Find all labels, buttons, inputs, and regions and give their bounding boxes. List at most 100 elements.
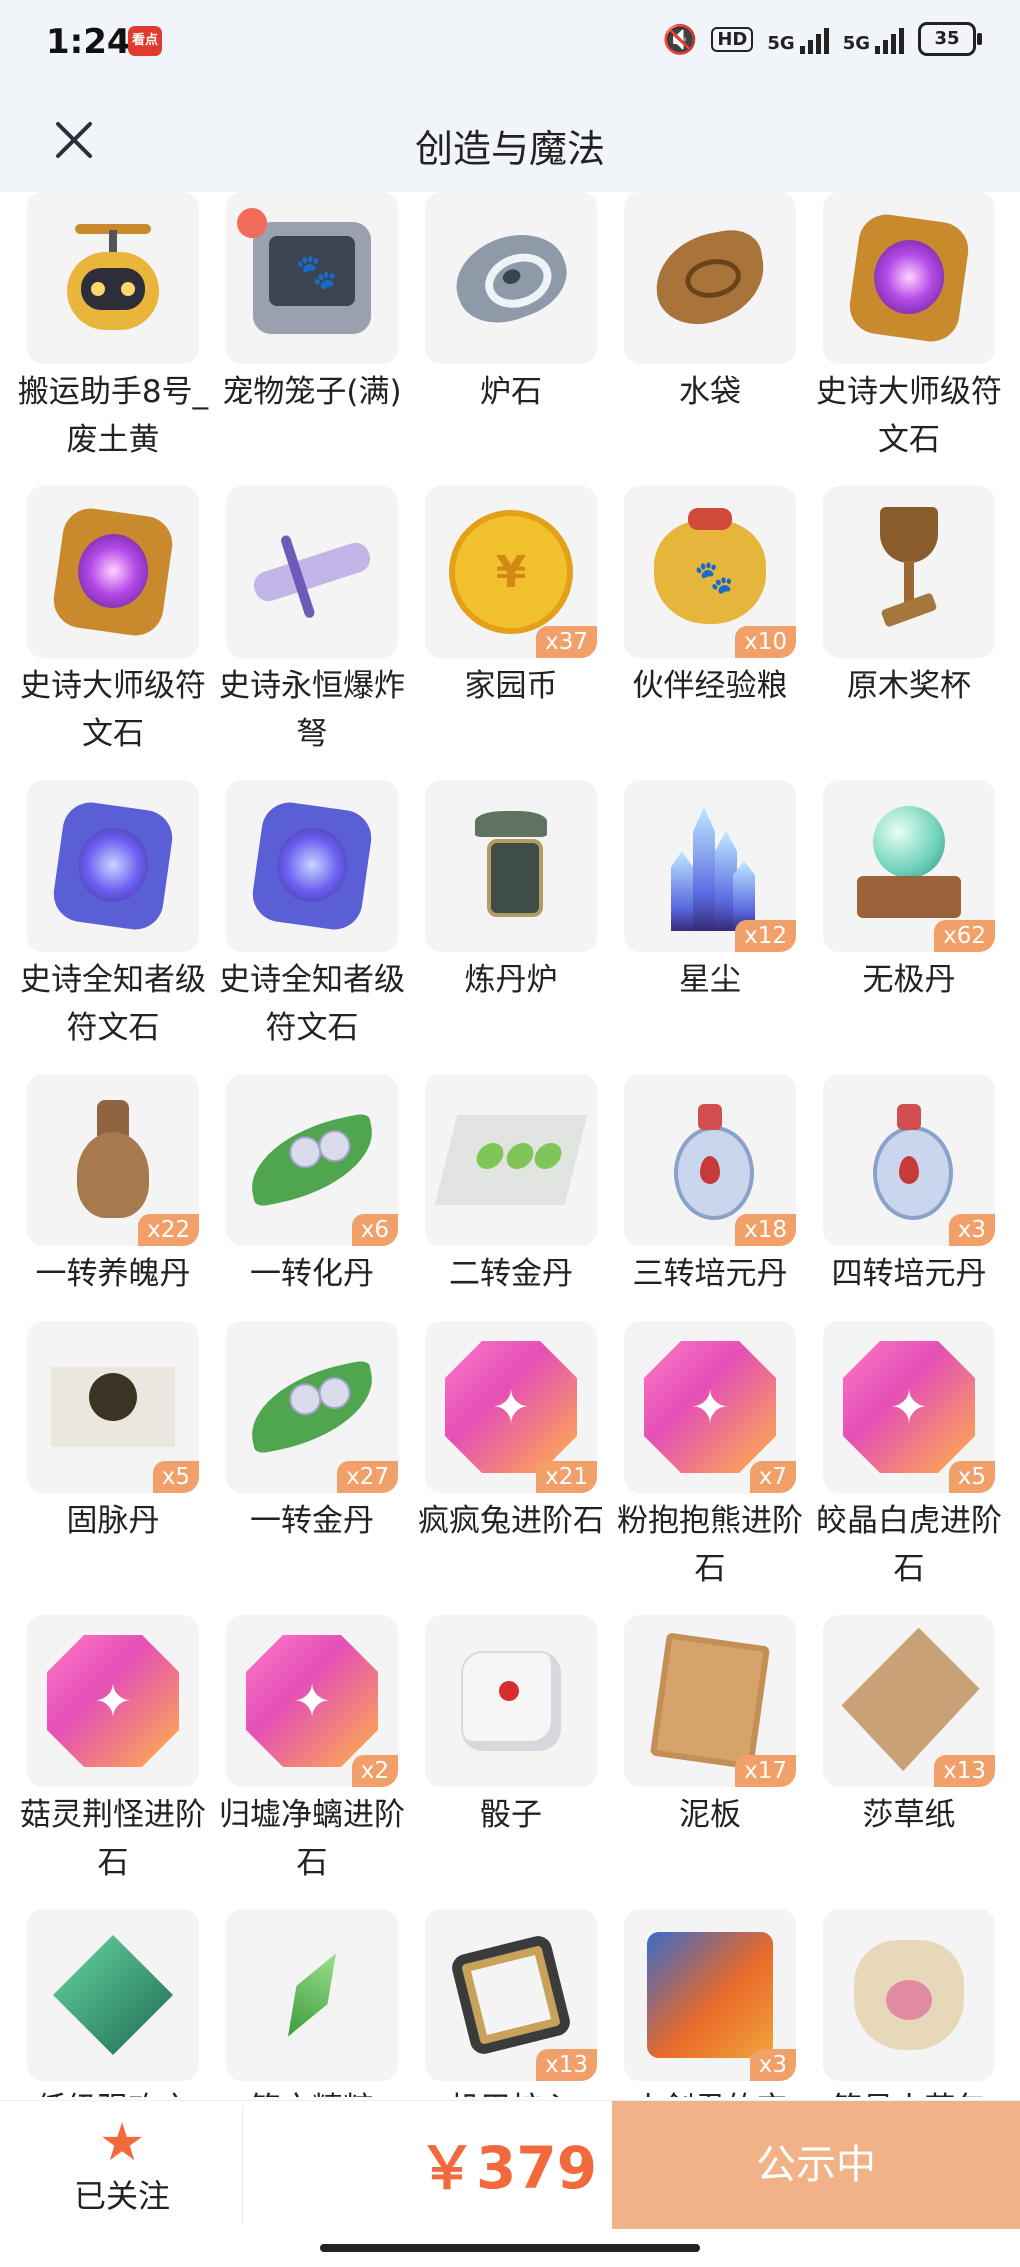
quantity-badge: x2 <box>351 1755 398 1787</box>
item-thumbnail: x3 <box>624 1909 796 2081</box>
item-thumbnail <box>27 486 199 658</box>
gem-icon: ✦ <box>843 1341 975 1473</box>
dice-icon <box>463 1653 559 1749</box>
item-name: 归墟净螭进阶石 <box>219 1797 405 1881</box>
quantity-badge: x3 <box>948 1214 995 1246</box>
quantity-badge: x13 <box>536 2049 597 2081</box>
item-name: 二转金丹 <box>449 1256 573 1292</box>
item-thumbnail: ¥ x37 <box>425 486 597 658</box>
star-icon: ★ <box>98 2113 146 2173</box>
item-thumbnail <box>624 192 796 364</box>
item-name: 菇灵荆怪进阶石 <box>20 1797 206 1881</box>
robot-icon <box>47 212 179 344</box>
item-thumbnail: x12 <box>624 780 796 952</box>
item-thumbnail: x17 <box>624 1615 796 1787</box>
item-name: 小剑君的宝 <box>604 2085 816 2097</box>
item-name: 一转化丹 <box>250 1256 374 1292</box>
crystal-icon <box>665 801 755 931</box>
item-name: 家园币 <box>464 668 558 704</box>
item-name: 简易小花包 <box>803 2085 1015 2097</box>
gem-icon: ✦ <box>644 1341 776 1473</box>
potion-icon <box>668 1104 754 1220</box>
item-name: 炼丹炉 <box>464 962 558 998</box>
item-thumbnail: 🐾 x10 <box>624 486 796 658</box>
leaf-pill-icon <box>241 1112 383 1208</box>
quantity-badge: x21 <box>536 1461 597 1493</box>
item-thumbnail: x62 <box>823 780 995 952</box>
status-icons: 🔇 HD 5G 5G 35 <box>662 22 982 56</box>
page-title: 创造与魔法 <box>414 127 605 171</box>
frame-icon <box>449 1933 573 2057</box>
battery-icon: 35 <box>918 22 982 56</box>
header: 创造与魔法 <box>0 90 1020 192</box>
signal-icon-2: 5G <box>843 24 904 54</box>
quantity-badge: x3 <box>749 2049 796 2081</box>
item-name: 骰子 <box>480 1797 542 1833</box>
item-name: 无极丹 <box>862 962 956 998</box>
puzzle-icon <box>647 1932 773 2058</box>
item-name: 史诗永恒爆炸弩 <box>219 668 405 752</box>
coin-icon: ¥ <box>449 510 573 634</box>
hearthstone-icon <box>444 220 578 336</box>
quantity-badge: x27 <box>337 1461 398 1493</box>
item-thumbnail <box>823 192 995 364</box>
trophy-icon <box>874 507 944 637</box>
item-name: 泥板 <box>679 1797 741 1833</box>
item-grid: 搬运助手8号_废土黄 🐾 宠物笼子(满) 炉石 水袋 史诗大师级符文石 史诗大师级符文石 史诗… <box>0 192 1020 2097</box>
item-name: 固脉丹 <box>66 1503 160 1539</box>
item-thumbnail <box>425 192 597 364</box>
item-thumbnail: x18 <box>624 1074 796 1246</box>
cloth-pill-icon <box>434 1115 588 1205</box>
item-name: 史诗大师级符文石 <box>20 668 206 752</box>
gem-icon: ✦ <box>445 1341 577 1473</box>
quantity-badge: x22 <box>138 1214 199 1246</box>
clay-tablet-icon <box>649 1632 771 1770</box>
item-thumbnail <box>425 1615 597 1787</box>
gem-icon: ✦ <box>246 1635 378 1767</box>
alchemy-furnace-icon <box>475 797 547 935</box>
quantity-badge: x7 <box>749 1461 796 1493</box>
hd-icon: HD <box>711 26 754 52</box>
follow-label: 已关注 <box>73 2177 170 2215</box>
divider <box>242 2107 243 2225</box>
item-name: 搬运助手8号_废土黄 <box>17 374 209 458</box>
quantity-badge: x5 <box>948 1461 995 1493</box>
pet-cage-icon: 🐾 <box>237 208 371 334</box>
item-name: 史诗大师级符文石 <box>816 374 1002 458</box>
item-name: 史诗全知者级符文石 <box>219 962 405 1046</box>
mute-icon: 🔇 <box>662 22 698 56</box>
crossbow-icon <box>250 539 374 605</box>
item-name: 伙伴经验粮 <box>632 668 788 704</box>
item-name: 星尘 <box>679 962 741 998</box>
potion-icon <box>867 1104 953 1220</box>
price: ￥379 <box>418 2134 598 2202</box>
item-thumbnail: x13 <box>823 1615 995 1787</box>
item-thumbnail: x5 <box>27 1321 199 1493</box>
quantity-badge: x62 <box>934 920 995 952</box>
item-thumbnail <box>823 486 995 658</box>
item-thumbnail <box>425 780 597 952</box>
item-name: 疯疯兔进阶石 <box>418 1503 604 1539</box>
leaf-pill-icon <box>241 1359 383 1455</box>
green-diamond-icon <box>53 1935 173 2055</box>
item-thumbnail <box>226 1909 398 2081</box>
quantity-badge: x10 <box>735 626 796 658</box>
quantity-badge: x37 <box>536 626 597 658</box>
item-name: 符文精粹 <box>206 2085 418 2097</box>
item-name: 炉石 <box>480 374 542 410</box>
status-button[interactable]: 公示中 <box>612 2101 1020 2229</box>
item-name: 三转培元丹 <box>632 1256 788 1292</box>
gem-icon: ✦ <box>47 1635 179 1767</box>
item-thumbnail: x27 <box>226 1321 398 1493</box>
item-name: 机甲核心 <box>405 2085 617 2097</box>
item-thumbnail: ✦ x7 <box>624 1321 796 1493</box>
follow-button[interactable]: ★ 已关注 <box>60 2115 184 2225</box>
green-shard-icon <box>294 1947 330 2043</box>
item-thumbnail <box>425 1074 597 1246</box>
quantity-badge: x6 <box>351 1214 398 1246</box>
papyrus-icon <box>847 1651 971 1751</box>
item-name: 史诗全知者级符文石 <box>20 962 206 1046</box>
item-thumbnail <box>27 780 199 952</box>
app-notification-icon: 看点 <box>128 26 162 56</box>
home-indicator[interactable] <box>320 2244 700 2252</box>
